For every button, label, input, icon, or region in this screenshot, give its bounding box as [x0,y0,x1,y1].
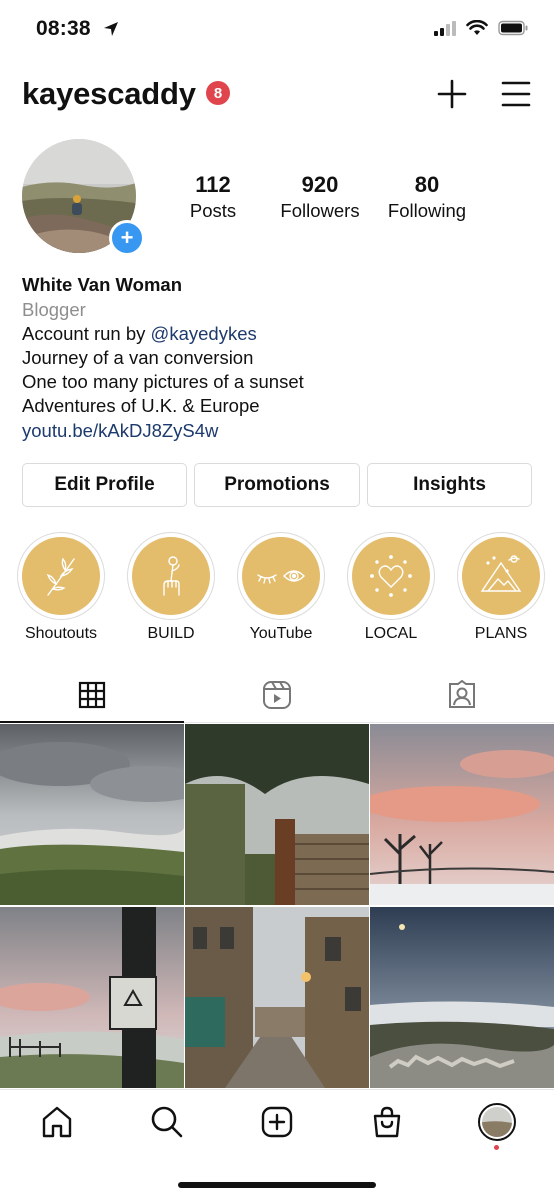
battery-icon [498,20,528,36]
story-highlight-shoutouts[interactable]: Shoutouts [16,532,106,643]
edit-profile-button[interactable]: Edit Profile [22,463,187,507]
status-icons [434,20,528,36]
tab-reels[interactable] [185,668,369,722]
promotions-button[interactable]: Promotions [194,463,360,507]
bio-line-text: Account run by [22,323,151,344]
cellular-signal-icon [434,20,456,36]
post-thumbnail[interactable] [185,724,369,905]
add-story-button[interactable]: + [109,220,145,256]
notification-dot [494,1145,499,1150]
highlight-label: LOCAL [364,625,418,642]
leaf-branch-icon [22,537,100,615]
post-thumbnail[interactable] [370,724,554,905]
post-thumbnail[interactable] [0,907,184,1088]
bio-line: Adventures of U.K. & Europe [22,395,260,416]
insights-button[interactable]: Insights [367,463,532,507]
post-thumbnail[interactable] [185,907,369,1088]
eyes-icon [242,537,320,615]
posts-stat[interactable]: 112 Posts [178,172,248,222]
shop-icon [373,1106,401,1138]
nav-search[interactable] [147,1102,187,1142]
create-icon [261,1106,293,1138]
followers-stat[interactable]: 920 Followers [272,172,368,222]
grid-icon [78,681,106,708]
menu-icon[interactable] [500,79,532,109]
story-highlight-plans[interactable]: PLANS [456,532,546,643]
tab-posts-grid[interactable] [0,668,184,723]
highlight-label: BUILD [147,625,195,642]
home-indicator [178,1182,376,1188]
nav-create[interactable] [257,1102,297,1142]
bio-display-name: White Van Woman [22,274,183,295]
following-stat[interactable]: 80 Following [380,172,474,222]
new-post-button[interactable] [436,78,468,110]
story-highlight-youtube[interactable]: YouTube [236,532,326,643]
highlight-ring [127,532,215,620]
bottom-navigation [0,1089,554,1156]
nav-home[interactable] [37,1102,77,1142]
location-arrow-icon [104,22,118,36]
posts-grid [0,724,554,1088]
home-icon [42,1106,72,1138]
mountain-icon [462,537,540,615]
story-highlight-local[interactable]: LOCAL [346,532,436,643]
bio-line: Account run by @kayedykes [22,322,257,346]
followers-count: 920 [301,172,339,197]
following-count: 80 [414,172,440,197]
bio-line: One too many pictures of a sunset [22,371,304,392]
highlight-label: Shoutouts [24,625,98,642]
profile-avatar [478,1103,516,1141]
profile-username[interactable]: kayescaddy [22,76,196,112]
followers-label: Followers [280,200,360,221]
highlight-label: YouTube [249,625,313,642]
profile-tabs [0,668,554,723]
following-label: Following [387,200,467,221]
post-thumbnail[interactable] [0,724,184,905]
highlight-ring [347,532,435,620]
bio-category: Blogger [22,299,86,320]
tab-tagged[interactable] [370,668,554,722]
status-time: 08:38 [36,17,91,40]
wifi-icon [466,20,488,35]
hand-flower-icon [132,537,210,615]
posts-label: Posts [189,200,237,221]
nav-shop[interactable] [367,1102,407,1142]
reels-icon [263,681,291,709]
bio-mention-link[interactable]: @kayedykes [151,323,257,344]
bio-website-link[interactable]: youtu.be/kAkDJ8ZyS4w [22,419,218,443]
post-thumbnail[interactable] [370,907,554,1088]
posts-count: 112 [195,172,231,197]
highlight-ring [237,532,325,620]
highlight-label: PLANS [474,625,528,642]
highlight-ring [17,532,105,620]
bio-line: Journey of a van conversion [22,347,254,368]
search-icon [151,1106,183,1138]
highlight-ring [457,532,545,620]
notification-badge[interactable]: 8 [206,81,230,105]
tagged-icon [449,680,475,708]
nav-profile[interactable] [477,1102,517,1150]
story-highlight-build[interactable]: BUILD [126,532,216,643]
heart-icon [352,537,430,615]
